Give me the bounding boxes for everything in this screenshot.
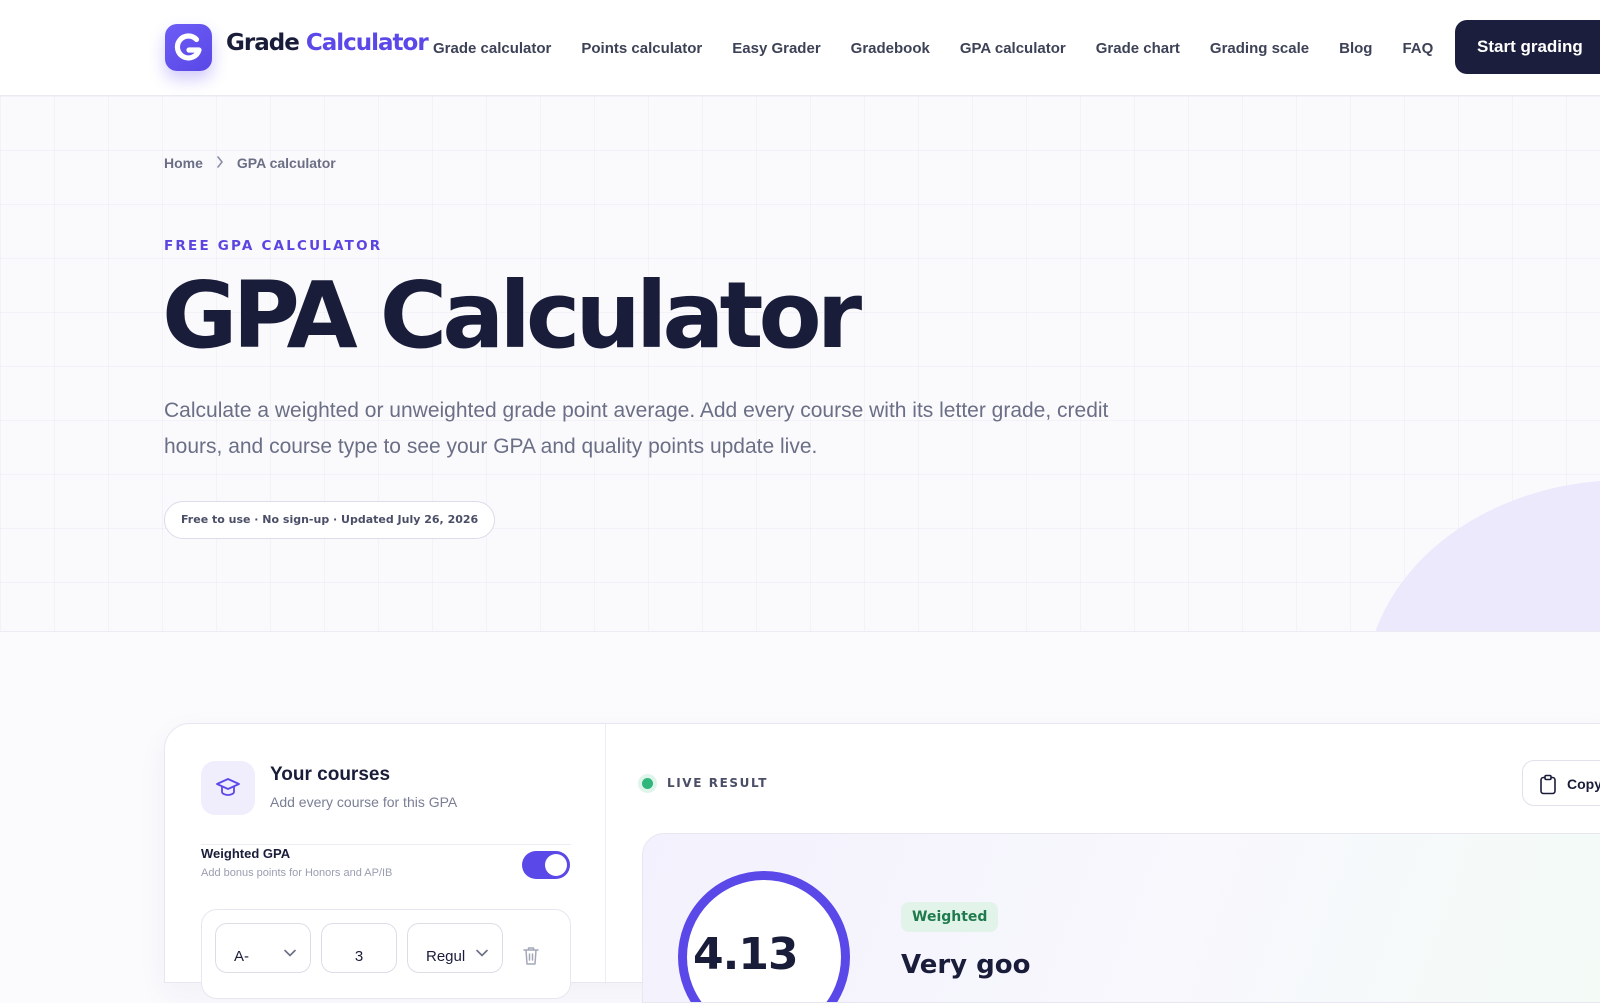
- brand-name-primary: Grade: [226, 30, 300, 56]
- copy-button[interactable]: Copy: [1522, 760, 1600, 806]
- brand-name[interactable]: Grade Calculator: [226, 30, 429, 56]
- breadcrumb: Home GPA calculator: [164, 155, 336, 171]
- live-result-indicator: LIVE RESULT: [642, 776, 768, 790]
- nav-link-gradebook[interactable]: Gradebook: [851, 40, 930, 57]
- result-headline: Very goo: [901, 950, 1031, 980]
- toggle-knob: [545, 854, 567, 876]
- nav-link-blog[interactable]: Blog: [1339, 40, 1372, 57]
- weighted-gpa-label: Weighted GPA: [201, 846, 291, 861]
- breadcrumb-home[interactable]: Home: [164, 155, 203, 171]
- graduation-cap-icon: [201, 761, 255, 815]
- page-title: GPA Calculator: [162, 262, 862, 369]
- info-pill: Free to use · No sign-up · Updated July …: [164, 501, 496, 539]
- hero-eyebrow: FREE GPA CALCULATOR: [164, 238, 383, 254]
- live-dot: [642, 777, 653, 789]
- logo-icon[interactable]: [165, 24, 212, 71]
- grade-select[interactable]: A-: [215, 923, 311, 973]
- live-result-label: LIVE RESULT: [667, 776, 769, 790]
- course-type-select[interactable]: Regul: [407, 923, 503, 973]
- chevron-down-icon: [284, 949, 296, 957]
- gpa-calculator-panel: Your courses Add every course for this G…: [164, 723, 1600, 1003]
- weighted-badge: Weighted: [901, 902, 999, 932]
- trash-icon[interactable]: [522, 946, 540, 966]
- nav-link-points-calculator[interactable]: Points calculator: [581, 40, 702, 57]
- courses-subtitle: Add every course for this GPA: [270, 794, 458, 810]
- hero-section: Home GPA calculator FREE GPA CALCULATOR …: [0, 96, 1600, 632]
- clipboard-icon: [1540, 774, 1556, 795]
- divider: [201, 844, 571, 845]
- weighted-gpa-hint: Add bonus points for Honors and AP/IB: [201, 867, 393, 879]
- result-card: 4.13 Weighted Very goo: [642, 833, 1600, 1003]
- nav-link-easy-grader[interactable]: Easy Grader: [732, 40, 820, 57]
- credits-input[interactable]: 3: [321, 923, 397, 973]
- nav-link-grade-chart[interactable]: Grade chart: [1096, 40, 1180, 57]
- hero-description: Calculate a weighted or unweighted grade…: [164, 399, 1109, 458]
- nav-links: Grade calculator Points calculator Easy …: [433, 37, 1433, 59]
- nav-link-faq[interactable]: FAQ: [1402, 40, 1433, 57]
- gpa-value: 4.13: [693, 929, 799, 980]
- top-navigation: Grade Calculator Grade calculator Points…: [0, 0, 1600, 96]
- course-row: A- 3 Regul: [201, 909, 571, 999]
- decorative-blob: [1365, 480, 1600, 631]
- start-grading-button[interactable]: Start grading: [1455, 20, 1600, 74]
- breadcrumb-current: GPA calculator: [236, 155, 336, 171]
- nav-link-gpa-calculator[interactable]: GPA calculator: [960, 40, 1066, 57]
- weighted-gpa-toggle[interactable]: [522, 851, 570, 879]
- chevron-right-icon: [216, 155, 224, 171]
- chevron-down-icon: [476, 949, 488, 957]
- nav-link-grade-calculator[interactable]: Grade calculator: [433, 40, 551, 57]
- brand-name-accent: Calculator: [305, 30, 429, 56]
- result-panel: LIVE RESULT Copy 4.13 Weighted Very goo: [606, 724, 1600, 1003]
- nav-link-grading-scale[interactable]: Grading scale: [1210, 40, 1309, 57]
- copy-label: Copy: [1567, 776, 1600, 792]
- courses-panel: Your courses Add every course for this G…: [165, 724, 606, 999]
- courses-title: Your courses: [270, 764, 391, 785]
